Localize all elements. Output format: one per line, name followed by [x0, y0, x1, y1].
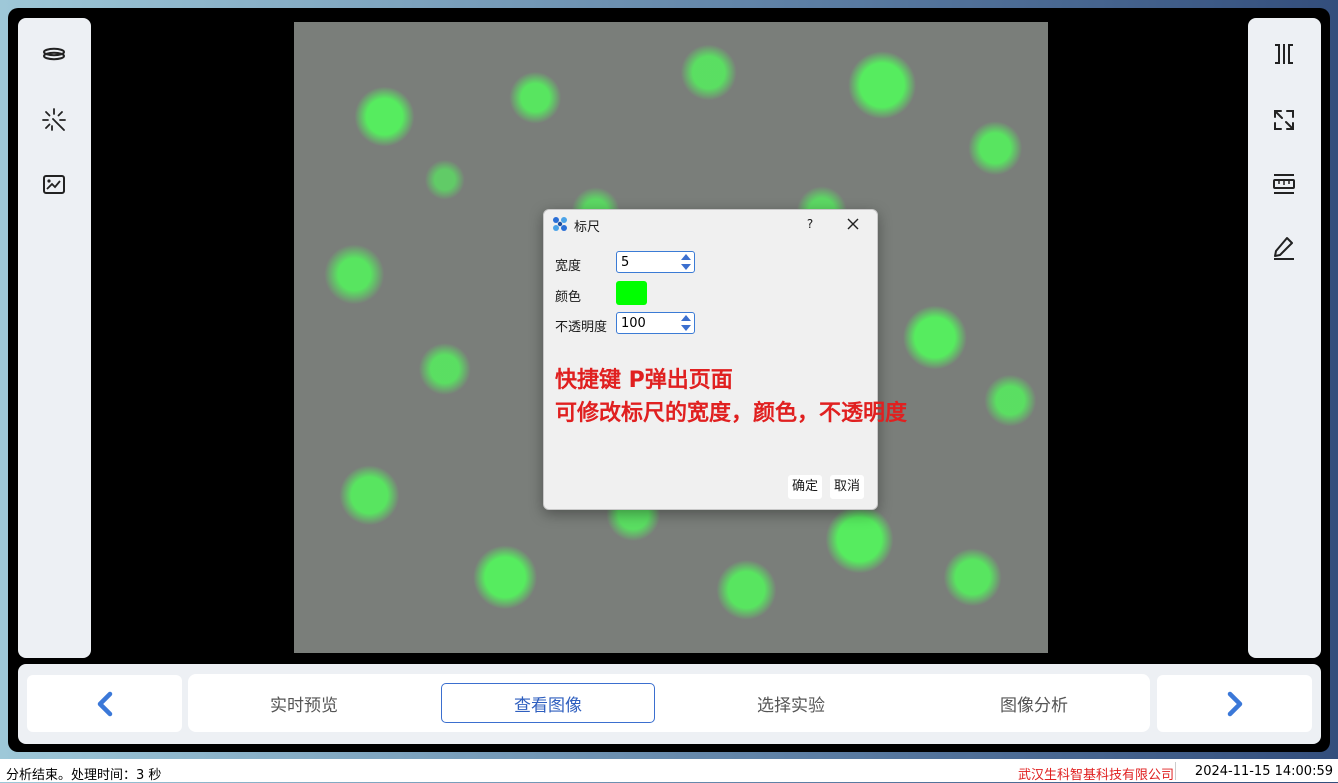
magic-wand-icon [42, 108, 66, 131]
color-label: 颜色 [555, 290, 582, 305]
spin-arrows-icon[interactable] [680, 314, 692, 332]
image-edit-button[interactable] [36, 166, 72, 202]
fullscreen-icon [1274, 110, 1294, 130]
close-icon [847, 218, 859, 230]
pen-button[interactable] [1266, 230, 1302, 266]
chevron-right-icon [1227, 691, 1242, 716]
opacity-input[interactable] [619, 314, 681, 332]
help-button[interactable]: ? [800, 213, 820, 235]
feature-note: 可修改标尺的宽度，颜色，不透明度 [555, 401, 908, 426]
spin-arrows-icon[interactable] [680, 253, 692, 271]
split-view-icon [1275, 44, 1293, 64]
layers-button[interactable] [36, 36, 72, 72]
ruler-dialog: 标尺 ? 宽度 颜色 不透明度 快捷键 P弹出页面 可修改标尺的宽度，颜色，不透… [543, 209, 907, 510]
opacity-label: 不透明度 [555, 320, 608, 335]
ruler-icon [1273, 174, 1295, 194]
company-name: 武汉生科智基科技有限公司 [1017, 768, 1174, 783]
magic-wand-button[interactable] [36, 102, 72, 138]
cancel-button[interactable]: 取消 [830, 475, 865, 499]
layers-icon [43, 47, 65, 61]
tab-view-image[interactable]: 查看图像 [441, 683, 655, 723]
status-bar: 分析结束。处理时间：3 秒 武汉生科智基科技有限公司 2024-11-15 14… [0, 759, 1338, 783]
tab-select-experiment[interactable]: 选择实验 [684, 683, 898, 723]
opacity-spinbox[interactable] [616, 312, 695, 334]
width-input[interactable] [619, 253, 681, 271]
tab-live-preview[interactable]: 实时预览 [197, 683, 411, 723]
image-edit-icon [43, 175, 65, 194]
shortcut-note: 快捷键 P弹出页面 [555, 368, 733, 393]
app-logo-icon [553, 217, 567, 231]
dialog-titlebar[interactable]: 标尺 ? [544, 210, 877, 238]
left-toolbar [18, 18, 91, 658]
tab-bar: 实时预览 查看图像 选择实验 图像分析 [188, 674, 1150, 732]
prev-button[interactable] [27, 675, 182, 732]
tab-image-analysis[interactable]: 图像分析 [927, 683, 1141, 723]
dialog-title: 标尺 [574, 220, 601, 235]
width-spinbox[interactable] [616, 251, 695, 273]
status-datetime: 2024-11-15 14:00:59 [1194, 764, 1333, 779]
color-swatch[interactable] [616, 281, 647, 305]
right-toolbar [1248, 18, 1321, 658]
status-divider [1175, 762, 1176, 780]
bottom-nav: 实时预览 查看图像 选择实验 图像分析 [18, 664, 1321, 744]
chevron-left-icon [97, 691, 112, 716]
pen-icon [1274, 237, 1294, 260]
ok-button[interactable]: 确定 [788, 475, 823, 499]
next-button[interactable] [1157, 675, 1312, 732]
fullscreen-button[interactable] [1266, 102, 1302, 138]
ruler-button[interactable] [1266, 166, 1302, 202]
split-view-button[interactable] [1266, 36, 1302, 72]
status-message: 分析结束。处理时间：3 秒 [6, 768, 162, 783]
width-label: 宽度 [555, 259, 582, 274]
close-button[interactable] [842, 213, 864, 235]
